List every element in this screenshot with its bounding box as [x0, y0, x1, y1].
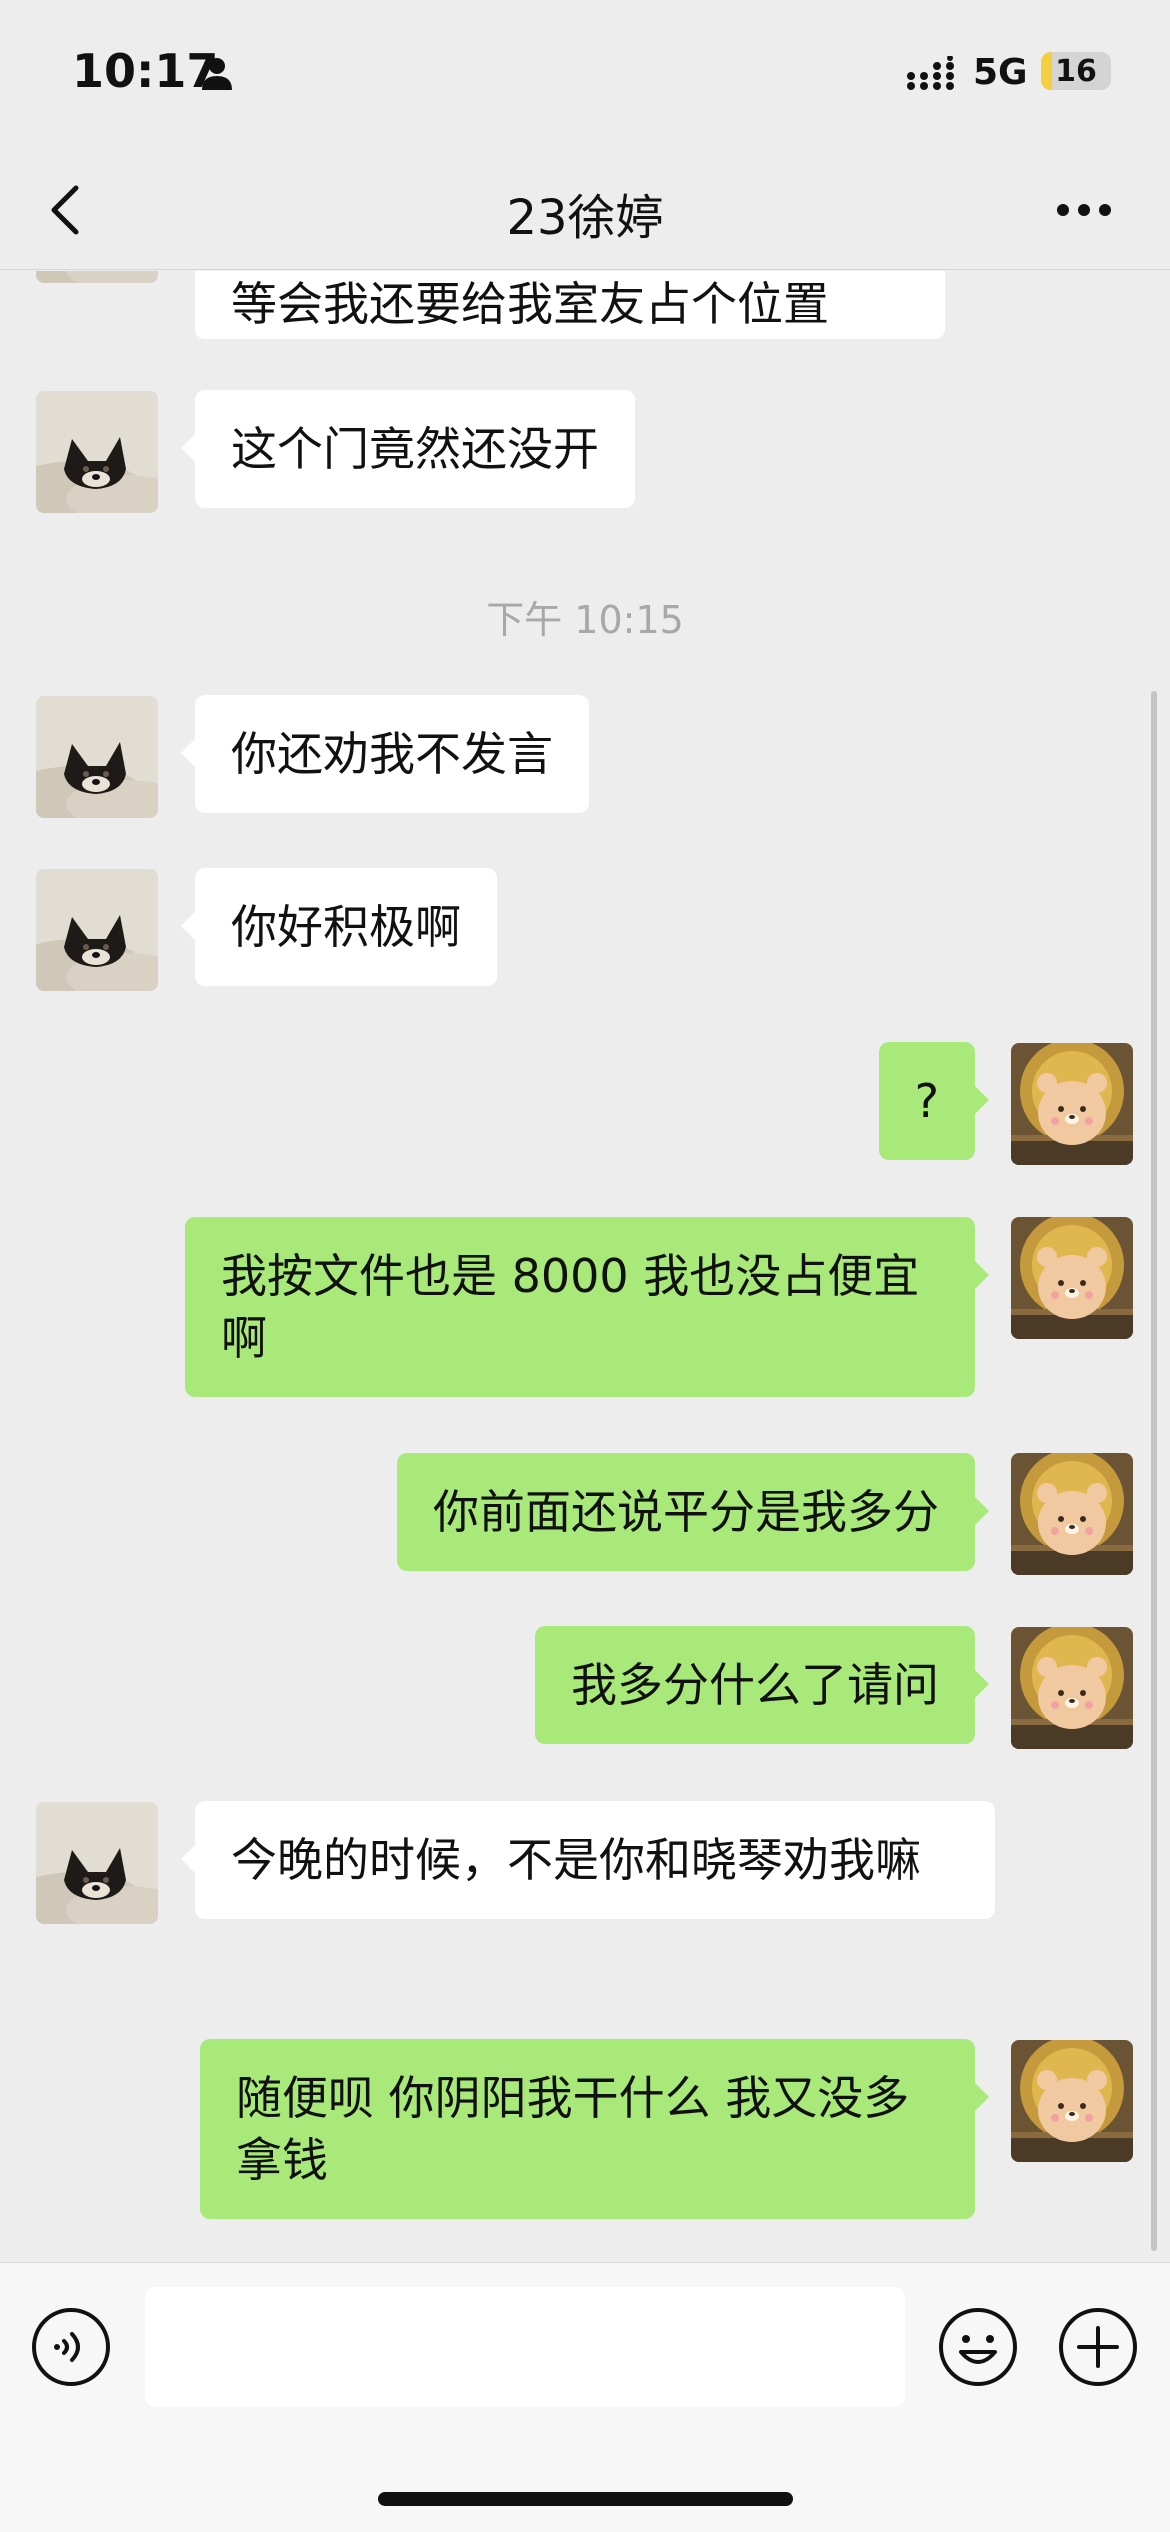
user-avatar[interactable] — [1011, 1217, 1133, 1339]
status-time: 10:17 — [72, 44, 219, 98]
message-bubble-outgoing[interactable]: 你前面还说平分是我多分 — [397, 1453, 989, 1571]
message-text: 等会我还要给我室友占个位置 — [231, 277, 829, 331]
message-text: 这个门竟然还没开 — [231, 422, 599, 476]
message-bubble-incoming[interactable]: 等会我还要给我室友占个位置 — [195, 271, 945, 339]
contact-avatar[interactable] — [36, 391, 158, 513]
user-avatar[interactable] — [1011, 2040, 1133, 2162]
more-dots-icon[interactable] — [1055, 200, 1113, 220]
user-avatar[interactable] — [1011, 1627, 1133, 1749]
network-label: 5G — [973, 52, 1028, 93]
message-text: 你前面还说平分是我多分 — [433, 1485, 939, 1539]
contact-avatar[interactable] — [36, 869, 158, 991]
home-indicator[interactable] — [378, 2492, 793, 2506]
message-bubble-incoming[interactable]: 你还劝我不发言 — [181, 695, 589, 813]
message-input[interactable] — [145, 2287, 905, 2407]
time-separator: 下午 10:15 — [486, 598, 684, 642]
message-bubble-outgoing[interactable]: 我按文件也是 8000 我也没占便宜啊 — [185, 1217, 989, 1397]
contact-avatar[interactable] — [36, 696, 158, 818]
message-text: 今晚的时候，不是你和晓琴劝我嘛 — [231, 1833, 921, 1887]
contact-avatar[interactable] — [36, 1802, 158, 1924]
message-text: 我按文件也是 8000 我也没占便宜啊 — [221, 1249, 920, 1365]
message-bubble-incoming[interactable]: 这个门竟然还没开 — [181, 390, 635, 508]
contact-avatar[interactable] — [36, 271, 158, 283]
person-icon — [202, 58, 232, 90]
user-avatar[interactable] — [1011, 1043, 1133, 1165]
emoji-icon[interactable] — [937, 2306, 1019, 2388]
message-text: 随便呗 你阴阳我干什么 我又没多拿钱 — [236, 2071, 910, 2187]
chat-title: 23徐婷 — [506, 190, 664, 246]
chat-message-list[interactable]: 等会我还要给我室友占个位置 这个门竟然还没开 下午 10:15 你还劝我不发言 … — [0, 271, 1170, 2262]
message-text: ? — [914, 1074, 939, 1128]
message-bubble-incoming[interactable]: 今晚的时候，不是你和晓琴劝我嘛 — [181, 1801, 995, 1919]
message-text: 你好积极啊 — [231, 900, 461, 954]
message-bubble-outgoing[interactable]: 我多分什么了请问 — [535, 1626, 989, 1744]
plus-icon[interactable] — [1057, 2306, 1139, 2388]
battery-level: 16 — [1055, 53, 1097, 89]
message-text: 我多分什么了请问 — [571, 1658, 939, 1712]
message-bubble-outgoing[interactable]: 随便呗 你阴阳我干什么 我又没多拿钱 — [200, 2039, 989, 2219]
battery-icon: 16 — [1041, 52, 1111, 90]
user-avatar[interactable] — [1011, 1453, 1133, 1575]
message-bubble-incoming[interactable]: 你好积极啊 — [181, 868, 497, 986]
message-bubble-outgoing[interactable]: ? — [878, 1042, 990, 1160]
voice-icon[interactable] — [30, 2306, 112, 2388]
status-bar: 10:17 5G 16 — [0, 0, 1170, 150]
message-text: 你还劝我不发言 — [231, 727, 553, 781]
chat-scrollbar[interactable] — [1151, 691, 1157, 2251]
nav-bar: 23徐婷 — [0, 150, 1170, 270]
signal-icon — [907, 56, 954, 90]
